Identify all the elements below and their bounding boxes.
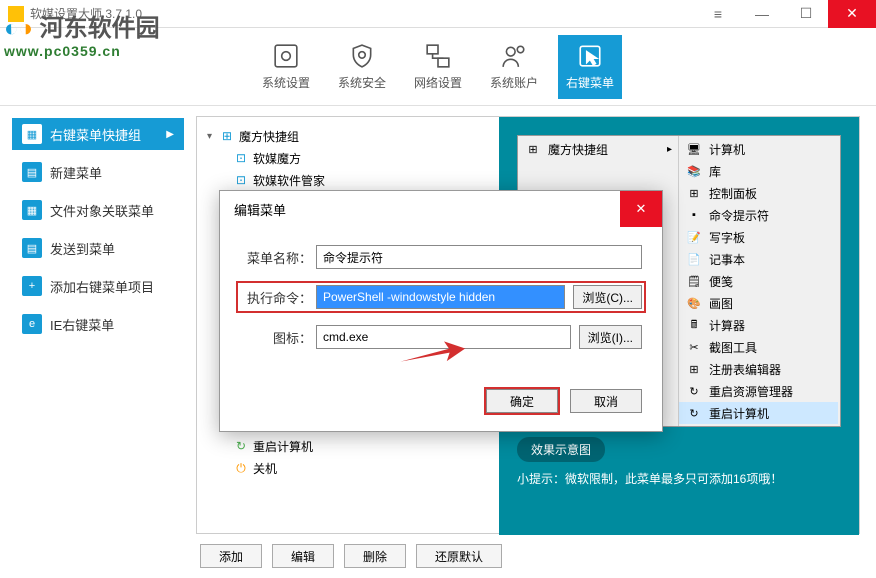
sidebar: ▦ 右键菜单快捷组 ▶ ▤ 新建菜单 ▦ 文件对象关联菜单 ▤ 发送到菜单 + … (0, 106, 196, 578)
delete-button[interactable]: 删除 (344, 544, 406, 568)
titlebar: 软媒设置大师 3.7.1.0 ≡ — ☐ ✕ (0, 0, 876, 28)
context-item[interactable]: ⊞魔方快捷组▸ (518, 138, 678, 160)
icon-label: 图标： (240, 328, 316, 347)
context-item-paint[interactable]: 🎨画图 (679, 292, 838, 314)
restore-button[interactable]: 还原默认 (416, 544, 502, 568)
cmd-input[interactable] (316, 285, 565, 309)
refresh-icon: ↻ (233, 439, 249, 453)
sidebar-item-add-context[interactable]: + 添加右键菜单项目 (12, 270, 184, 302)
context-item-snipping[interactable]: ✂截图工具 (679, 336, 838, 358)
dialog-close-button[interactable]: ✕ (620, 191, 662, 227)
nav-system-settings[interactable]: 系统设置 (254, 35, 318, 99)
chevron-right-icon: ▶ (166, 129, 174, 140)
cancel-button[interactable]: 取消 (570, 389, 642, 413)
regedit-icon: ⊞ (685, 361, 703, 377)
chevron-right-icon: ▸ (667, 144, 672, 155)
nav-network-settings[interactable]: 网络设置 (406, 35, 470, 99)
context-item-regedit[interactable]: ⊞注册表编辑器 (679, 358, 838, 380)
paint-icon: 🎨 (685, 295, 703, 311)
context-item-calc[interactable]: 🖩计算器 (679, 314, 838, 336)
nav-system-accounts[interactable]: 系统账户 (482, 35, 546, 99)
browse-icon-button[interactable]: 浏览(I)... (579, 325, 642, 349)
computer-icon: 🖥 (685, 141, 703, 157)
sidebar-item-ie-context[interactable]: e IE右键菜单 (12, 308, 184, 340)
context-item-restart-pc[interactable]: ↻重启计算机 (679, 402, 838, 424)
list-icon: ▤ (22, 162, 42, 182)
ie-icon: e (22, 314, 42, 334)
sticky-icon: 🗒 (685, 273, 703, 289)
cmd-label: 执行命令： (240, 288, 316, 307)
power-icon: ⏻ (233, 461, 249, 475)
browse-cmd-button[interactable]: 浏览(C)... (573, 285, 642, 309)
context-item-wordpad[interactable]: 📝写字板 (679, 226, 838, 248)
app-icon: ⊡ (233, 173, 249, 187)
grid-icon: ⊞ (219, 129, 235, 143)
menu-button[interactable]: ≡ (696, 0, 740, 28)
sidebar-item-new-menu[interactable]: ▤ 新建菜单 (12, 156, 184, 188)
panel-icon: ⊞ (685, 185, 703, 201)
app-title: 软媒设置大师 3.7.1.0 (30, 5, 142, 22)
name-label: 菜单名称： (240, 248, 316, 267)
add-button[interactable]: 添加 (200, 544, 262, 568)
context-item-library[interactable]: 📚库 (679, 160, 838, 182)
app-icon (8, 6, 24, 22)
top-nav: 系统设置 系统安全 网络设置 系统账户 右键菜单 (0, 28, 876, 106)
calc-icon: 🖩 (685, 317, 703, 333)
context-item-sticky[interactable]: 🗒便笺 (679, 270, 838, 292)
wordpad-icon: 📝 (685, 229, 703, 245)
context-item-control-panel[interactable]: ⊞控制面板 (679, 182, 838, 204)
sidebar-item-shortcut-group[interactable]: ▦ 右键菜单快捷组 ▶ (12, 118, 184, 150)
cmd-icon: ▪ (685, 207, 703, 223)
gear-boxed-icon (272, 42, 300, 70)
context-item-cmd[interactable]: ▪命令提示符 (679, 204, 838, 226)
network-icon (424, 42, 452, 70)
context-item[interactable] (518, 160, 678, 182)
minimize-button[interactable]: — (740, 0, 784, 28)
refresh-icon: ↻ (685, 405, 703, 421)
edit-button[interactable]: 编辑 (272, 544, 334, 568)
list-icon: ▤ (22, 238, 42, 258)
sidebar-item-sendto[interactable]: ▤ 发送到菜单 (12, 232, 184, 264)
library-icon: 📚 (685, 163, 703, 179)
notepad-icon: 📄 (685, 251, 703, 267)
list-icon: ▦ (22, 200, 42, 220)
grid-icon: ⊞ (524, 141, 542, 157)
sidebar-item-file-assoc[interactable]: ▦ 文件对象关联菜单 (12, 194, 184, 226)
close-button[interactable]: ✕ (828, 0, 876, 28)
name-input[interactable] (316, 245, 642, 269)
maximize-button[interactable]: ☐ (784, 0, 828, 28)
list-icon: ▦ (22, 124, 42, 144)
dialog-titlebar[interactable]: 编辑菜单 ✕ (220, 191, 662, 227)
refresh-icon: ↻ (685, 383, 703, 399)
plus-icon: + (22, 276, 42, 296)
preview-label: 效果示意图 (517, 437, 605, 462)
edit-menu-dialog: 编辑菜单 ✕ 菜单名称： 执行命令： 浏览(C)... 图标： 浏览(I)...… (219, 190, 663, 432)
context-item-computer[interactable]: 🖥计算机 (679, 138, 838, 160)
app-icon: ⊡ (233, 151, 249, 165)
context-item-notepad[interactable]: 📄记事本 (679, 248, 838, 270)
cursor-icon (576, 42, 604, 70)
scissors-icon: ✂ (685, 339, 703, 355)
ok-button[interactable]: 确定 (486, 389, 558, 413)
nav-context-menu[interactable]: 右键菜单 (558, 35, 622, 99)
dialog-title: 编辑菜单 (234, 200, 286, 219)
shield-icon (348, 42, 376, 70)
context-item-restart-explorer[interactable]: ↻重启资源管理器 (679, 380, 838, 402)
preview-tip: 小提示：微软限制，此菜单最多只可添加16项哦！ (517, 470, 841, 487)
nav-system-security[interactable]: 系统安全 (330, 35, 394, 99)
collapse-icon[interactable]: ▾ (207, 131, 219, 142)
users-icon (500, 42, 528, 70)
